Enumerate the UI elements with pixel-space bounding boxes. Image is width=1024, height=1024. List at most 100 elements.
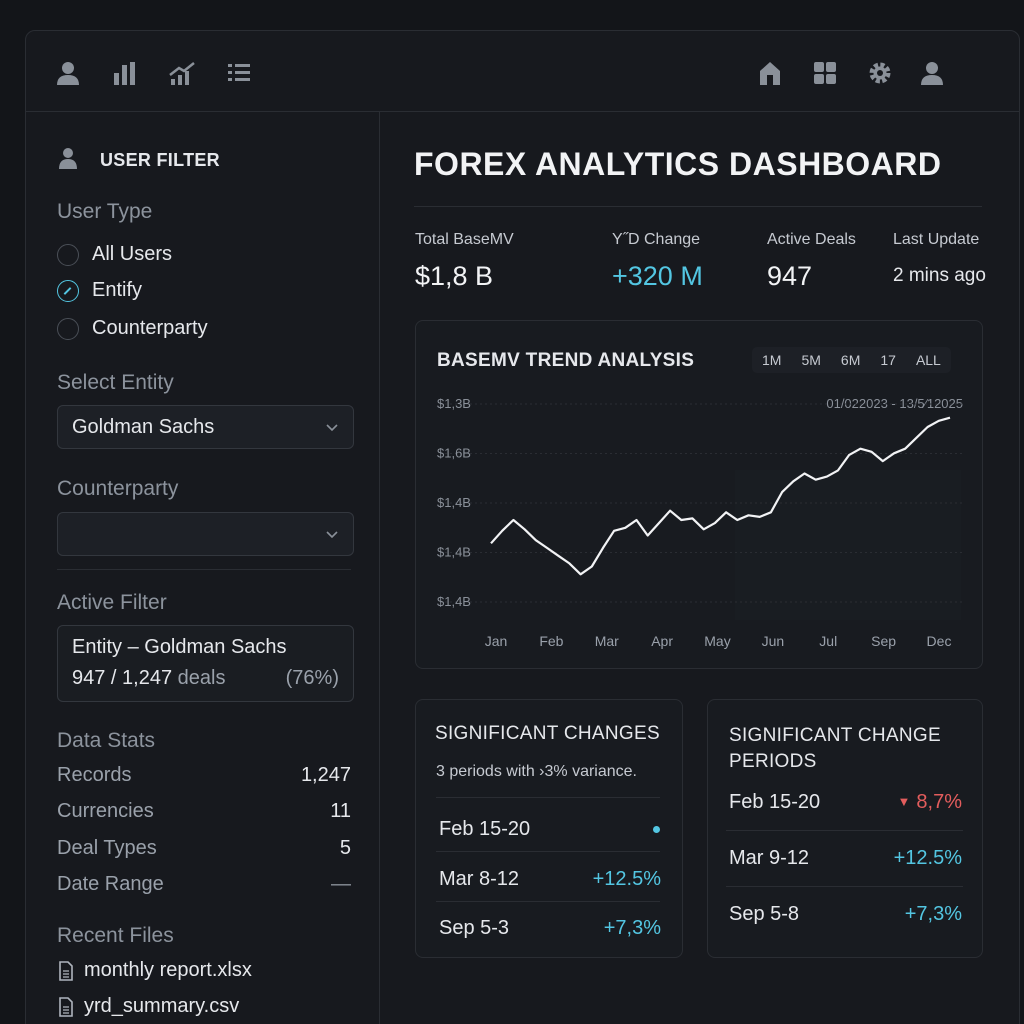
home-icon[interactable]	[756, 59, 784, 87]
period-label: Mar 9-12	[729, 847, 810, 869]
period-value: +12.5%	[893, 847, 962, 869]
user-filter-title: USER FILTER	[100, 150, 220, 170]
change-row: Sep 5-3 +7,3%	[439, 917, 661, 940]
file-name: monthly report.xlsx	[84, 959, 252, 981]
active-filter-count: 947 / 1,247	[72, 667, 173, 689]
kpi-last-update: Last Update 2 mins ago	[893, 231, 986, 287]
entity-select-value: Goldman Sachs	[72, 415, 215, 438]
chevron-down-icon	[326, 424, 338, 432]
change-row: Mar 8-12 +12.5%	[439, 868, 661, 891]
significant-changes-title: SIGNIFICANT CHANGES	[435, 723, 660, 744]
gear-icon[interactable]	[866, 59, 894, 87]
profile-icon[interactable]	[918, 59, 946, 87]
chevron-down-icon	[326, 531, 338, 539]
kpi-active-deals: Active Deals 947	[767, 231, 856, 292]
recent-file-item[interactable]: yrd_summary.csv	[58, 995, 239, 1018]
radio-all-users[interactable]: All Users	[57, 243, 172, 266]
kpi-label: Total BaseMV	[415, 231, 514, 248]
x-tick-label: Jan	[485, 633, 508, 649]
stat-row-deal-types: Deal Types 5	[57, 837, 351, 860]
trend-chart-icon[interactable]	[168, 59, 196, 87]
kpi-value: +320 M	[612, 261, 703, 291]
y-tick-label: $1,3B	[437, 396, 471, 411]
bar-chart-icon[interactable]	[110, 59, 138, 87]
stat-key: Date Range	[57, 873, 164, 895]
entity-select[interactable]: Goldman Sachs	[57, 405, 354, 449]
kpi-total-basemv: Total BaseMV $1,8 B	[415, 231, 514, 292]
top-toolbar	[26, 31, 1019, 112]
period-row: Mar 9-12 +12.5%	[729, 847, 962, 870]
recent-file-item[interactable]: monthly report.xlsx	[58, 959, 252, 982]
x-tick-label: Jun	[762, 633, 785, 649]
data-stats-label: Data Stats	[57, 729, 156, 752]
file-name: yrd_summary.csv	[84, 995, 240, 1017]
row-divider	[436, 901, 660, 902]
counterparty-label: Counterparty	[57, 477, 179, 500]
radio-counterparty[interactable]: Counterparty	[57, 317, 208, 340]
change-period: Mar 8-12	[439, 868, 520, 890]
x-tick-label: Dec	[927, 633, 952, 649]
period-value: +7,3%	[904, 903, 962, 925]
radio-button[interactable]	[57, 317, 79, 340]
significant-changes-subtitle: 3 periods with ›3% variance.	[436, 763, 637, 780]
change-value: +12.5%	[592, 868, 661, 890]
period-row: Feb 15-20 ▼ 8,7%	[729, 791, 962, 814]
period-row: Sep 5-8 +7,3%	[729, 903, 962, 926]
radio-label: All Users	[92, 243, 173, 265]
kpi-label: Y˝D Change	[612, 231, 701, 248]
trend-chart-title: BASEMV TREND ANALYSIS	[437, 350, 695, 371]
stat-key: Currencies	[57, 800, 154, 822]
select-entity-label: Select Entity	[57, 371, 174, 394]
active-filter-label: Active Filter	[57, 591, 167, 614]
kpi-ytd-change: Y˝D Change +320 M	[612, 231, 703, 292]
period-label: Sep 5-8	[729, 903, 800, 925]
range-selector: 1M 5M 6M 17 ALL	[752, 347, 951, 373]
change-period: Sep 5-3	[439, 917, 510, 939]
range-button-17[interactable]: 17	[870, 347, 906, 373]
grid-icon[interactable]	[811, 59, 839, 87]
significant-periods-title-line: SIGNIFICANT CHANGE	[729, 725, 941, 746]
radio-label: Counterparty	[92, 317, 208, 339]
stat-key: Records	[57, 764, 132, 786]
change-row: Feb 15-20	[439, 818, 661, 841]
range-button-all[interactable]: ALL	[906, 347, 951, 373]
stat-row-currencies: Currencies 11	[57, 800, 351, 823]
range-button-6m[interactable]: 6M	[831, 347, 870, 373]
kpi-label: Active Deals	[767, 231, 856, 248]
counterparty-select[interactable]	[57, 512, 354, 556]
x-tick-label: May	[704, 633, 730, 649]
stat-value: 1,247	[300, 764, 351, 786]
row-divider	[436, 797, 660, 798]
user-filter-icon	[58, 147, 78, 169]
user-icon[interactable]	[54, 59, 82, 87]
period-value-down: ▼ 8,7%	[898, 791, 962, 814]
list-icon[interactable]	[225, 59, 253, 87]
row-divider	[726, 886, 963, 887]
radio-button[interactable]	[57, 243, 79, 266]
radio-entity[interactable]: Entify	[57, 279, 142, 302]
kpi-label: Last Update	[893, 231, 980, 248]
kpi-value: $1,8 B	[415, 261, 494, 291]
active-filter-box: Entity – Goldman Sachs 947 / 1,247 deals…	[57, 625, 354, 702]
x-tick-label: Mar	[595, 633, 619, 649]
stat-row-records: Records 1,247	[57, 764, 351, 787]
stat-value: 11	[330, 800, 351, 822]
y-tick-label: $1,4B	[437, 495, 471, 510]
trend-line-chart: 01/022023 - 13/5⁄12025 $1,3B$1,6B$1,4B$1…	[437, 396, 963, 649]
row-divider	[436, 851, 660, 852]
stat-value: 5	[339, 837, 351, 859]
status-dot	[653, 826, 660, 833]
change-period: Feb 15-20	[439, 818, 531, 840]
radio-label: Entify	[92, 279, 143, 301]
page-title: FOREX ANALYTICS DASHBOARD	[414, 146, 942, 182]
radio-button-checked[interactable]	[57, 279, 79, 302]
range-button-1m[interactable]: 1M	[752, 347, 791, 373]
range-button-5m[interactable]: 5M	[791, 347, 830, 373]
down-triangle-icon: ▼	[897, 794, 911, 809]
recent-files-label: Recent Files	[57, 924, 174, 947]
stat-value: —	[331, 873, 351, 895]
x-tick-label: Apr	[651, 633, 673, 649]
active-filter-unit: deals	[177, 667, 226, 689]
stat-row-date-range: Date Range —	[57, 873, 351, 896]
chart-shaded-region	[735, 470, 961, 620]
